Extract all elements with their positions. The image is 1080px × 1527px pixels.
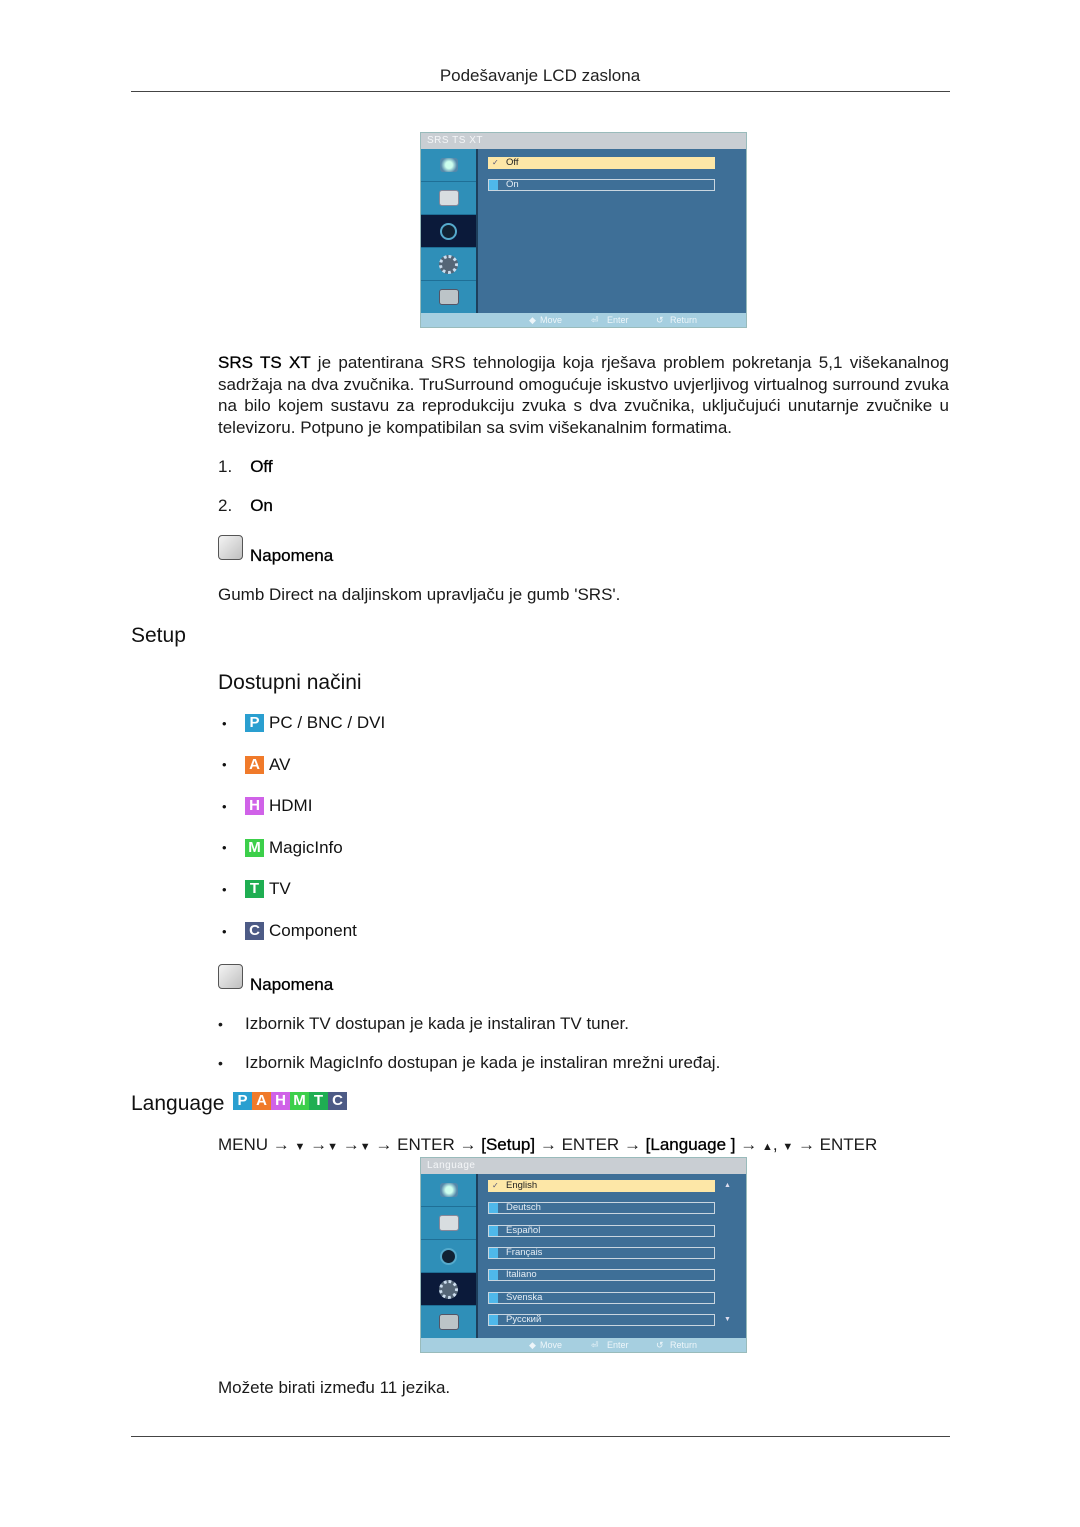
srs-list-item-2: 2. On [218,496,273,515]
osd-language-option: Svenska [488,1291,715,1304]
mode-badge-h-icon: H [271,1092,290,1110]
scroll-down-icon[interactable]: ▼ [724,1316,731,1323]
osd-sidebar [421,1174,478,1340]
multi-control-icon [421,281,476,314]
mode-badge-t-icon: T [309,1092,328,1110]
mode-list-item: • A AV [222,754,290,776]
mode-badge-a-icon: A [252,1092,271,1110]
picture-icon [421,149,476,182]
osd-sidebar [421,149,478,315]
footer-divider [131,1436,950,1437]
mode-badge-p-icon: P [233,1092,252,1110]
mode-list-item: • M MagicInfo [222,837,343,859]
section-heading-language: Language [131,1092,225,1115]
mode-badge-c-icon: C [245,922,264,940]
scroll-up-icon[interactable]: ▲ [724,1182,731,1189]
language-footnote: Možete birati između 11 jezika. [218,1378,451,1397]
bullet: • [222,798,227,814]
setup-gear-icon [421,248,476,281]
mode-list-item: • P PC / BNC / DVI [222,712,385,734]
move-icon: ◆ [529,1340,536,1350]
mode-badge-a-icon: A [245,755,264,774]
screen-icon [421,1207,476,1240]
mode-label: Component [269,921,357,940]
osd-title: SRS TS XT [421,133,746,149]
note-label: Napomena [250,975,334,994]
check-icon: ✓ [492,158,499,167]
mode-badge-t-icon: T [245,880,264,899]
subheading-available-modes: Dostupni načini [218,671,362,694]
return-icon: ↺ [656,315,664,325]
down-arrow-icon: ▼ [327,1141,339,1153]
note-text: Gumb Direct na daljinskom upravljaču je … [218,585,621,604]
language-mode-badges: PAHMTC [233,1092,347,1110]
mode-label: TV [269,879,291,899]
up-arrow-icon: ▲ [761,1141,773,1153]
note-bullet-2: • Izbornik MagicInfo dostupan je kada je … [218,1053,721,1072]
sound-icon [421,215,476,248]
mode-badge-p-icon: P [245,714,264,732]
osd-language-option: Français [488,1246,715,1259]
enter-icon: ⏎ [591,1340,599,1350]
mode-label: MagicInfo [269,837,343,857]
mode-badge-h-icon: H [245,797,264,816]
mode-badge-m-icon: M [245,838,264,857]
osd-language-option: ✓ English [488,1180,715,1192]
bullet: • [222,840,227,856]
down-arrow-icon: ▼ [359,1141,371,1153]
note-icon [218,964,243,989]
osd-title: Language [421,1158,746,1174]
srs-term: SRS TS XT [218,353,311,372]
osd-language-option: Deutsch [488,1202,715,1215]
down-arrow-icon: ▼ [782,1141,794,1153]
note-bullet-1: • Izbornik TV dostupan je kada je instali… [218,1014,629,1033]
bullet: • [222,757,227,773]
language-nav-path: MENU → ▼ →▼ →▼ → ENTER → [Setup] → ENTER… [218,1135,878,1154]
mode-label: HDMI [269,796,313,816]
page-header-title: Podešavanje LCD zaslona [439,66,641,85]
mode-list-item: • T TV [222,878,291,900]
osd-language-option: Español [488,1224,715,1237]
osd-option-on: On [488,179,715,191]
screen-icon [421,182,476,215]
bullet: • [222,923,227,939]
sound-icon [421,1240,476,1273]
setup-gear-icon [421,1273,476,1306]
check-icon: ✓ [492,1181,499,1190]
osd-footer: ◆ Move ⏎ Enter ↺ Return [421,1338,746,1352]
mode-badge-m-icon: M [290,1092,309,1110]
osd-language-option: Italiano [488,1269,715,1282]
bullet: • [222,715,227,731]
return-icon: ↺ [656,1340,664,1350]
mode-badge-c-icon: C [328,1092,347,1110]
mode-list-item: • H HDMI [222,795,312,817]
srs-list-item-1: 1. Off [218,457,273,476]
note-label: Napomena [250,546,334,565]
down-arrow-icon: ▼ [294,1141,306,1153]
osd-footer: ◆ Move ⏎ Enter ↺ Return [421,313,746,327]
bullet: • [222,881,227,897]
note-icon [218,535,243,560]
srs-description: SRS TS XT je patentirana SRS tehnologija… [218,353,949,437]
osd-language-option: Русский [488,1313,715,1326]
multi-control-icon [421,1306,476,1339]
mode-list-item: • C Component [222,920,357,942]
move-icon: ◆ [529,315,536,325]
section-heading-setup: Setup [131,624,186,647]
header-divider [131,91,950,92]
picture-icon [421,1174,476,1207]
osd-srs-screenshot: SRS TS XT ✓ Off On ◆ Move ⏎ Enter ↺ Retur… [420,132,747,328]
osd-language-screenshot: Language ✓ English Deutsch Español Français I… [420,1157,747,1353]
osd-option-off: ✓ Off [488,157,715,169]
mode-label: AV [269,754,291,774]
enter-icon: ⏎ [591,315,599,325]
mode-label: PC / BNC / DVI [269,713,386,732]
